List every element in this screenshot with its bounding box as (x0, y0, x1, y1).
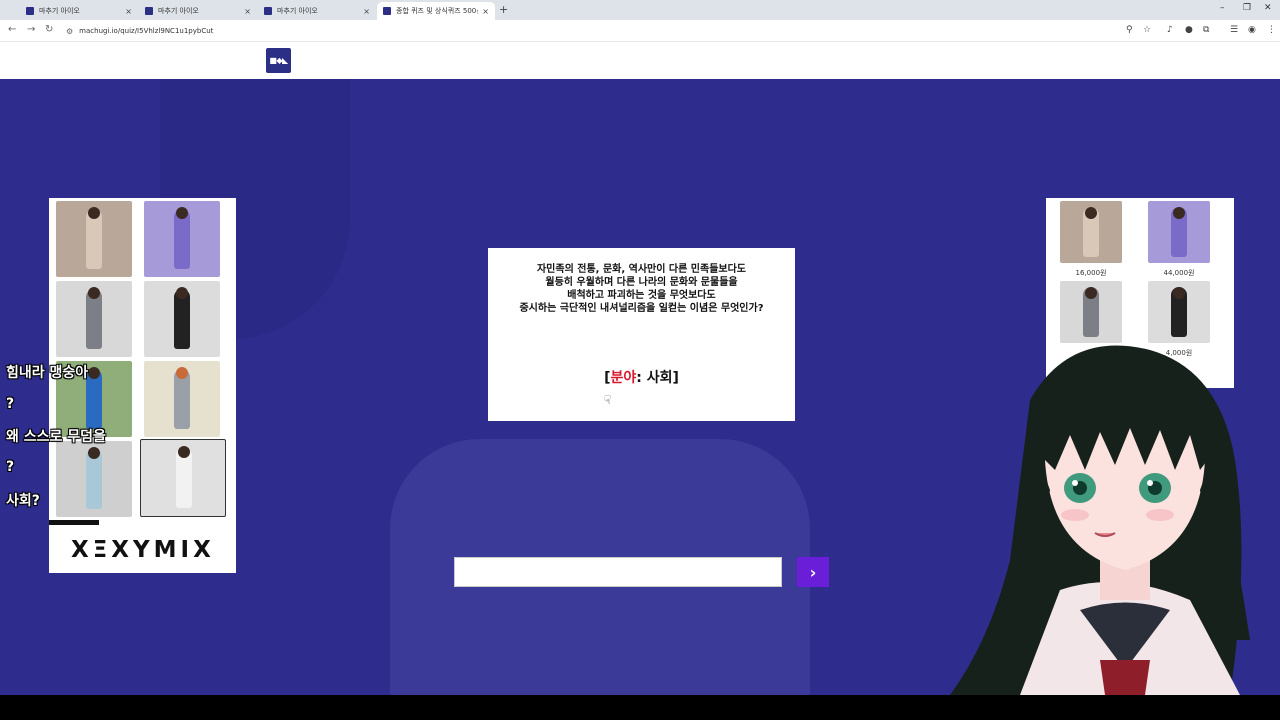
reload-icon[interactable]: ↻ (45, 24, 53, 35)
category-value: : 사회] (636, 370, 679, 386)
ad-product-image-selected[interactable] (140, 439, 226, 517)
forward-icon[interactable]: → (27, 24, 35, 35)
back-icon[interactable]: ← (8, 24, 16, 35)
site-logo[interactable]: ■◆◣ (266, 48, 291, 73)
new-tab-button[interactable]: + (499, 3, 508, 16)
avatar-illustration (950, 345, 1250, 695)
minimize-icon[interactable]: – (1220, 3, 1225, 13)
close-window-icon[interactable]: ✕ (1264, 3, 1272, 13)
ad-price: 44,000원 (1163, 269, 1195, 277)
question-line: 자민족의 전통, 문화, 역사만이 다른 민족들보다도 (536, 264, 746, 275)
tab-title: 마추기 아이오 (158, 7, 199, 15)
tab-1[interactable]: 마추기 아이오 × (20, 2, 138, 20)
media-icon[interactable]: ♪ (1167, 25, 1173, 35)
tab-title: 마추기 아이오 (277, 7, 318, 15)
ad-product-image[interactable] (1148, 201, 1210, 263)
ad-price: 16,000원 (1075, 269, 1107, 277)
close-tab-icon[interactable]: × (482, 7, 489, 16)
ad-product-image[interactable] (144, 281, 220, 357)
extensions-puzzle-icon[interactable]: ⧉ (1203, 25, 1209, 35)
extension-icon[interactable]: ● (1185, 25, 1193, 35)
site-favicon-icon (264, 7, 272, 15)
ad-product-image[interactable] (56, 281, 132, 357)
chat-message: ? (6, 459, 15, 475)
browser-window: 마추기 아이오 × 마추기 아이오 × 마추기 아이오 × 종합 퀴즈 및 상식… (0, 0, 1280, 720)
question-card: 자민족의 전통, 문화, 역사만이 다른 민족들보다도 월등히 우월하며 다른 … (488, 248, 795, 421)
zoom-icon[interactable]: ⚲ (1126, 25, 1133, 35)
address-bar: ← → ↻ ⚙ machugi.io/quiz/I5Vhlzl9NC1u1pyb… (0, 20, 1280, 42)
submit-answer-button[interactable]: › (797, 557, 829, 587)
chat-message: 힘내라 맹숭아 (6, 365, 89, 381)
site-favicon-icon (383, 7, 391, 15)
left-ad-banner[interactable]: XΞXYMIX (49, 198, 236, 573)
site-favicon-icon (145, 7, 153, 15)
chat-message: 사회? (6, 493, 40, 509)
url-text: machugi.io/quiz/I5Vhlzl9NC1u1pybCut (79, 27, 214, 35)
tab-2[interactable]: 마추기 아이오 × (139, 2, 257, 20)
tab-search-icon[interactable]: ☰ (1230, 25, 1238, 35)
ad-scrollbar[interactable] (49, 520, 99, 525)
chat-message: 왜 스스로 무덤을 (6, 429, 106, 445)
tab-4-active[interactable]: 종합 퀴즈 및 상식퀴즈 500선 × (377, 2, 495, 20)
close-tab-icon[interactable]: × (244, 7, 251, 16)
close-tab-icon[interactable]: × (125, 7, 132, 16)
category-label: 분야 (610, 370, 637, 386)
ad-product-image[interactable] (56, 201, 132, 277)
url-field[interactable]: ⚙ machugi.io/quiz/I5Vhlzl9NC1u1pybCut (62, 23, 1142, 39)
ad-brand-logo[interactable]: XΞXYMIX (71, 537, 215, 563)
ad-product-image[interactable] (56, 441, 132, 517)
bottom-bar (0, 695, 1280, 720)
tab-title: 종합 퀴즈 및 상식퀴즈 500선 (396, 7, 479, 15)
ad-product-image[interactable] (1148, 281, 1210, 343)
ad-product-image[interactable] (144, 361, 220, 437)
bookmark-star-icon[interactable]: ☆ (1143, 25, 1151, 35)
site-header: ■◆◣ (0, 42, 1280, 79)
tab-3[interactable]: 마추기 아이오 × (258, 2, 376, 20)
tab-title: 마추기 아이오 (39, 7, 80, 15)
question-text: 자민족의 전통, 문화, 역사만이 다른 민족들보다도 월등히 우월하며 다른 … (488, 263, 795, 315)
mouse-cursor-icon: ☟ (604, 393, 612, 407)
ad-product-image[interactable] (144, 201, 220, 277)
answer-input[interactable] (454, 557, 782, 587)
question-line: 월등히 우월하며 다른 나라의 문화와 문물들을 (545, 277, 738, 288)
menu-icon[interactable]: ⋮ (1267, 25, 1276, 35)
chat-message: ? (6, 396, 15, 412)
question-line: 배척하고 파괴하는 것을 무엇보다도 (567, 290, 716, 301)
profile-icon[interactable]: ◉ (1248, 25, 1256, 35)
site-info-icon[interactable]: ⚙ (66, 27, 73, 36)
close-tab-icon[interactable]: × (363, 7, 370, 16)
ad-product-image[interactable] (1060, 201, 1122, 263)
maximize-icon[interactable]: ❐ (1243, 3, 1251, 13)
tab-strip: 마추기 아이오 × 마추기 아이오 × 마추기 아이오 × 종합 퀴즈 및 상식… (0, 0, 1280, 20)
question-category: [분야: 사회] (488, 367, 795, 387)
ad-product-image[interactable] (1060, 281, 1122, 343)
question-line: 중시하는 극단적인 내셔널리즘을 일컫는 이념은 무엇인가? (519, 303, 764, 314)
site-favicon-icon (26, 7, 34, 15)
